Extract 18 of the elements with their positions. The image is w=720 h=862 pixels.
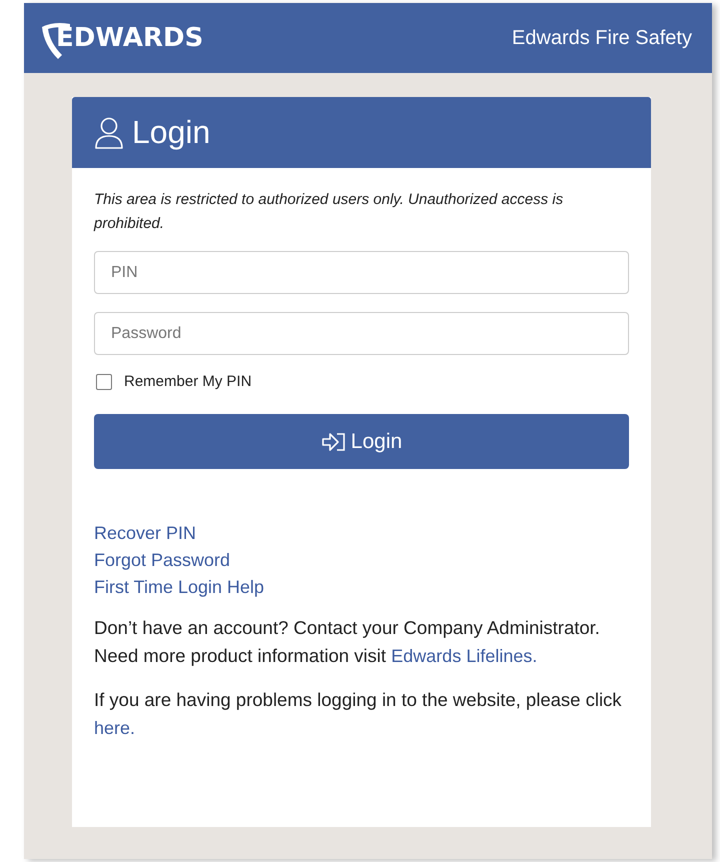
text-link[interactable]: here.: [94, 718, 136, 738]
input-field[interactable]: PIN: [94, 251, 629, 294]
enter-icon: [320, 430, 347, 452]
card-title: Login: [132, 114, 210, 151]
input-field[interactable]: Password: [94, 312, 629, 355]
user-icon: [94, 116, 124, 150]
help-link[interactable]: Forgot Password: [94, 550, 230, 571]
checkbox[interactable]: [96, 374, 112, 390]
notice-text: This area is restricted to authorized users only. Unauthorized access is prohibited.: [94, 190, 564, 234]
help-link[interactable]: Recover PIN: [94, 523, 196, 544]
info-paragraph: Don’t have an account? Contact your Company Administrator. Need more product information visit Edwards Lifelines.: [94, 616, 601, 668]
checkbox-label: Remember My PIN: [124, 373, 252, 390]
help-link[interactable]: First Time Login Help: [94, 577, 264, 598]
login-button[interactable]: Login: [94, 414, 629, 469]
brand-logo[interactable]: EDWARDS: [56, 23, 204, 53]
info-paragraph: If you are having problems logging in to the website, please click here.: [94, 688, 623, 740]
site-title: Edwards Fire Safety: [512, 26, 692, 50]
text-link[interactable]: Edwards Lifelines.: [391, 646, 538, 666]
